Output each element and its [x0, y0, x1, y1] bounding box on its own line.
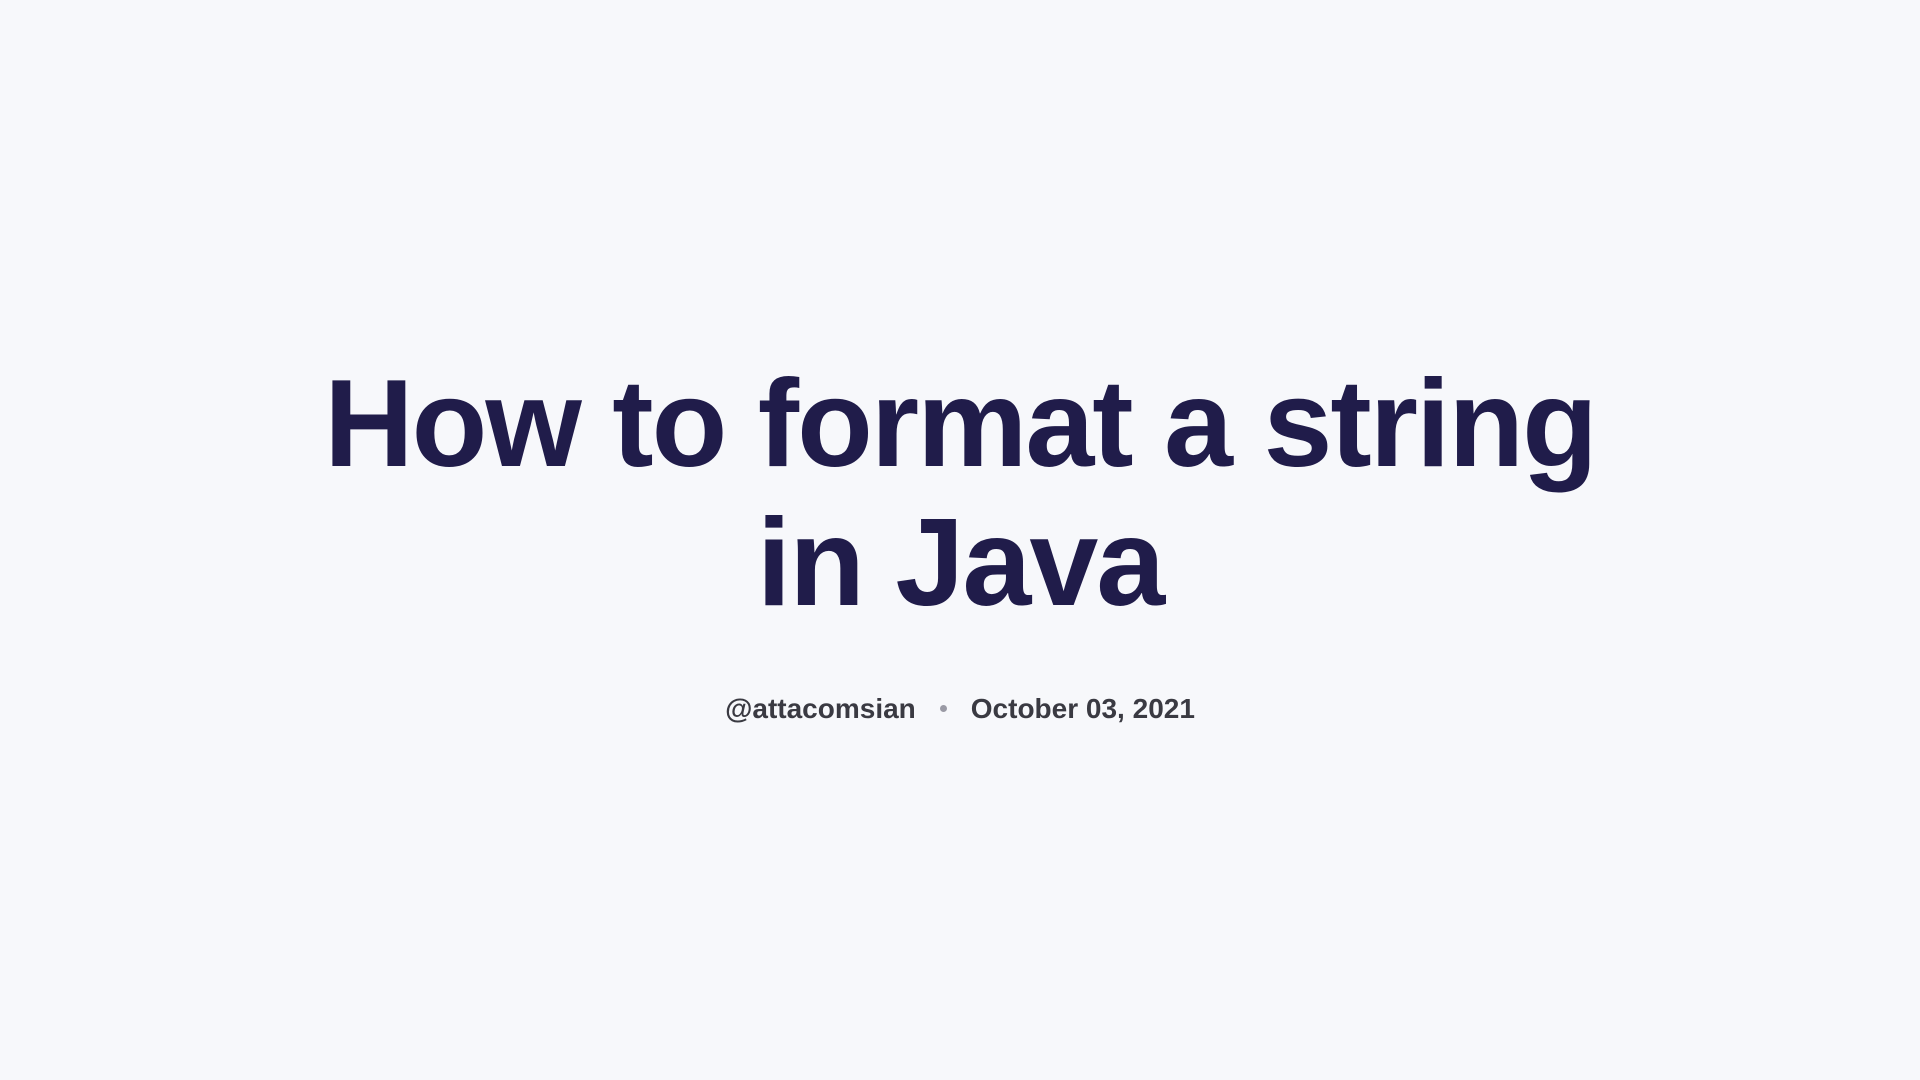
author-handle: @attacomsian: [725, 693, 916, 725]
meta-info: @attacomsian October 03, 2021: [725, 693, 1195, 725]
content-container: How to format a string in Java @attacoms…: [260, 355, 1660, 725]
publish-date: October 03, 2021: [971, 693, 1195, 725]
page-title: How to format a string in Java: [320, 355, 1600, 633]
separator-dot-icon: [940, 705, 947, 712]
